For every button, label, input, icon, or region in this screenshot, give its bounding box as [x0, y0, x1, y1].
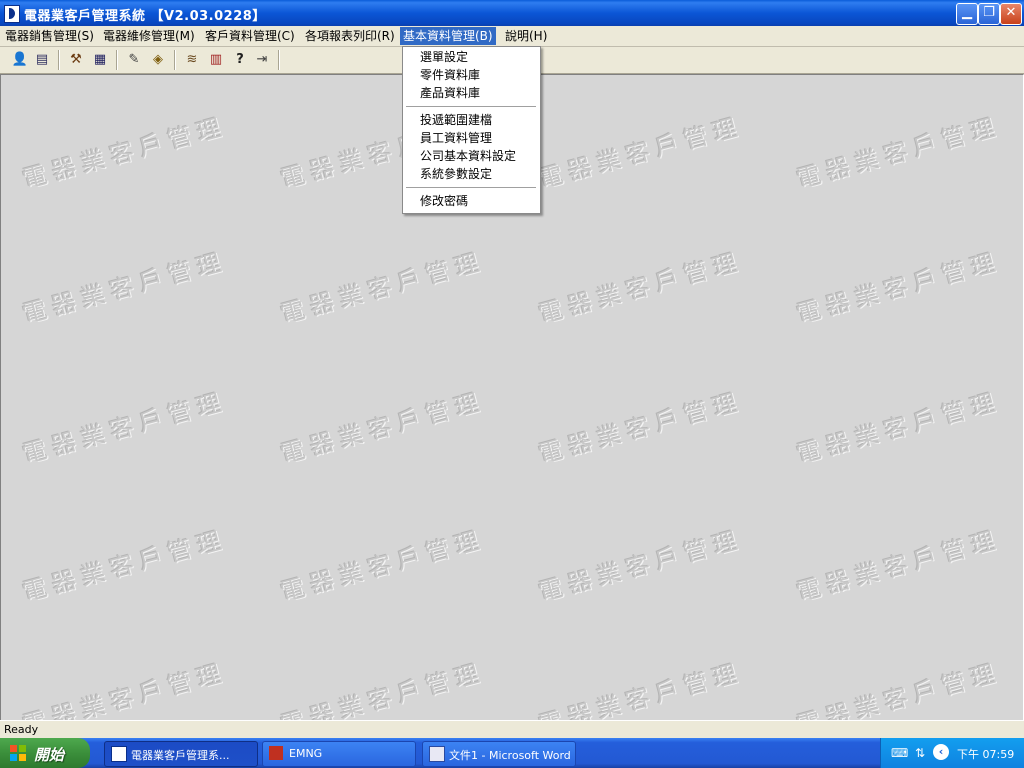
toolbar-separator: [116, 50, 118, 70]
title-bar[interactable]: 電器業客戶管理系統 【V2.03.0228】 ▁ ❐ ✕: [0, 0, 1024, 26]
watermark-text: 電器業客戶管理: [277, 525, 488, 607]
repair-icon[interactable]: ⚒: [66, 50, 86, 70]
menu-item-parts-db[interactable]: 零件資料庫: [420, 67, 480, 84]
window-title: 電器業客戶管理系統 【V2.03.0228】: [24, 9, 266, 24]
watermark-text: 電器業客戶管理: [793, 247, 1004, 329]
menu-item-menu-settings[interactable]: 選單設定: [420, 49, 468, 66]
clock[interactable]: 下午 07:59: [957, 746, 1014, 762]
task-word-button[interactable]: 文件1 - Microsoft Word: [422, 741, 576, 767]
menu-repair[interactable]: 電器維修管理(M): [100, 27, 198, 45]
menu-separator: [406, 106, 536, 107]
status-text: Ready: [4, 723, 39, 736]
restore-icon: ❐: [983, 5, 995, 20]
close-button[interactable]: ✕: [1000, 3, 1022, 25]
task-app-button[interactable]: 電器業客戶管理系...: [104, 741, 258, 767]
word-document-icon: [429, 746, 445, 762]
edit-icon[interactable]: ✎: [124, 50, 144, 70]
start-button[interactable]: 開始: [0, 738, 90, 768]
form-icon[interactable]: ▤: [32, 50, 52, 70]
help-icon[interactable]: ?: [230, 50, 250, 70]
watermark-text: 電器業客戶管理: [793, 525, 1004, 607]
network-icon[interactable]: ⇅: [913, 746, 927, 760]
basic-data-dropdown: 選單設定 零件資料庫 產品資料庫 投遞範圍建檔 員工資料管理 公司基本資料設定 …: [402, 46, 541, 214]
close-icon: ✕: [1005, 5, 1017, 20]
menu-item-delivery-range[interactable]: 投遞範圍建檔: [420, 112, 492, 129]
chart-icon[interactable]: ▥: [206, 50, 226, 70]
menu-item-system-params[interactable]: 系統參數設定: [420, 166, 492, 183]
app-icon: [111, 746, 127, 762]
toolbar-separator: [278, 50, 280, 70]
task-label: 電器業客戶管理系...: [131, 749, 230, 762]
menu-help[interactable]: 說明(H): [502, 27, 550, 45]
watermark-text: 電器業客戶管理: [277, 387, 488, 469]
menu-reports[interactable]: 各項報表列印(R): [302, 27, 398, 45]
book-icon[interactable]: ◈: [148, 50, 168, 70]
watermark-text: 電器業客戶管理: [535, 112, 746, 194]
watermark-text: 電器業客戶管理: [793, 112, 1004, 194]
menu-customer[interactable]: 客戶資料管理(C): [202, 27, 298, 45]
watermark-text: 電器業客戶管理: [535, 387, 746, 469]
minimize-button[interactable]: ▁: [956, 3, 978, 25]
watermark-text: 電器業客戶管理: [535, 247, 746, 329]
keyboard-icon[interactable]: ⌨: [891, 746, 908, 760]
windows-logo-icon: [10, 745, 26, 761]
menu-bar: 電器銷售管理(S) 電器維修管理(M) 客戶資料管理(C) 各項報表列印(R) …: [0, 26, 1024, 47]
menu-item-staff[interactable]: 員工資料管理: [420, 130, 492, 147]
watermark-text: 電器業客戶管理: [19, 525, 230, 607]
task-label: 文件1 - Microsoft Word: [449, 749, 571, 762]
menu-item-change-password[interactable]: 修改密碼: [420, 193, 468, 210]
watermark-text: 電器業客戶管理: [277, 658, 488, 721]
watermark-text: 電器業客戶管理: [19, 247, 230, 329]
status-bar: Ready: [0, 720, 1024, 739]
user-search-icon[interactable]: 👤: [10, 50, 30, 70]
menu-separator: [406, 187, 536, 188]
task-label: EMNG: [289, 747, 323, 760]
system-tray: ⌨ ⇅ ‹ 下午 07:59: [880, 738, 1024, 768]
watermark-text: 電器業客戶管理: [19, 112, 230, 194]
restore-button[interactable]: ❐: [978, 3, 1000, 25]
app-icon[interactable]: [4, 5, 20, 23]
watermark-text: 電器業客戶管理: [793, 658, 1004, 721]
task-emng-button[interactable]: EMNG: [262, 741, 416, 767]
menu-item-company-info[interactable]: 公司基本資料設定: [420, 148, 516, 165]
minimize-icon: ▁: [962, 5, 972, 20]
menu-item-products-db[interactable]: 產品資料庫: [420, 85, 480, 102]
emng-icon: [269, 746, 283, 760]
tray-expand-icon[interactable]: ‹: [933, 744, 949, 760]
start-label: 開始: [34, 746, 65, 764]
watermark-text: 電器業客戶管理: [19, 387, 230, 469]
toolbar-separator: [174, 50, 176, 70]
toolbar-separator: [58, 50, 60, 70]
menu-basic-data[interactable]: 基本資料管理(B): [400, 27, 496, 45]
stack-icon[interactable]: ≋: [182, 50, 202, 70]
exit-icon[interactable]: ⇥: [252, 50, 272, 70]
watermark-text: 電器業客戶管理: [277, 247, 488, 329]
table-icon[interactable]: ▦: [90, 50, 110, 70]
taskbar: 開始 電器業客戶管理系... EMNG 文件1 - Microsoft Word…: [0, 738, 1024, 768]
menu-sales[interactable]: 電器銷售管理(S): [2, 27, 97, 45]
watermark-text: 電器業客戶管理: [19, 658, 230, 721]
watermark-text: 電器業客戶管理: [793, 387, 1004, 469]
watermark-text: 電器業客戶管理: [535, 525, 746, 607]
watermark-text: 電器業客戶管理: [535, 658, 746, 721]
